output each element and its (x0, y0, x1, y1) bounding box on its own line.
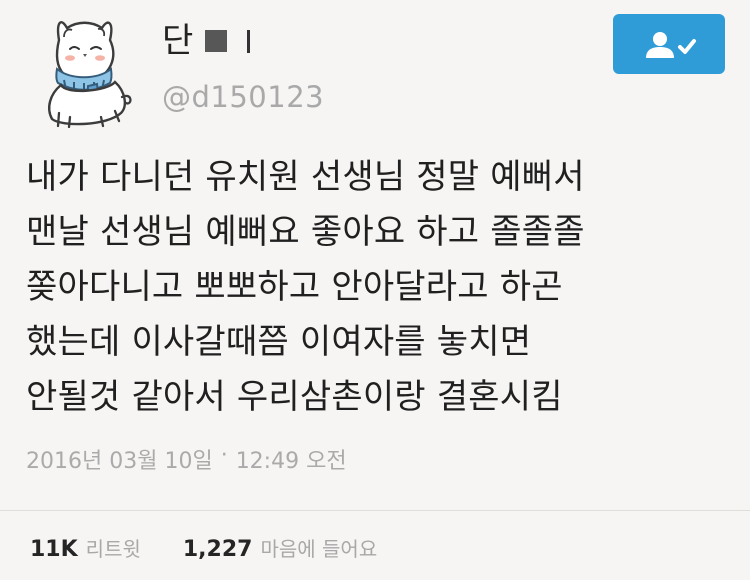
redaction-block (205, 30, 228, 52)
timestamp-time: 12:49 오전 (235, 449, 347, 474)
retweets-stat[interactable]: 11K 리트윗 (30, 533, 141, 562)
follow-user-icon (646, 32, 696, 58)
tweet-line: 쫒아다니고 뽀뽀하고 안아달라고 하곤 (26, 267, 563, 307)
timestamp-separator: · (220, 443, 228, 468)
timestamp: 2016년 03월 10일 · 12:49 오전 (26, 443, 347, 475)
likes-stat[interactable]: 1,227 마음에 들어요 (183, 533, 377, 562)
user-handle: @d150123 (162, 80, 325, 114)
likes-count: 1,227 (182, 537, 253, 562)
display-name-row: 단 (162, 20, 251, 62)
tweet-text: 내가 다니던 유치원 선생님 정말 예뻐서 맨날 선생님 예뻐요 좋아요 하고 … (26, 150, 730, 425)
follow-button[interactable] (613, 14, 725, 74)
tweet-line: 안될것 같아서 우리삼촌이랑 결혼시킴 (26, 377, 563, 417)
tweet-line: 맨날 선생님 예뻐요 좋아요 하고 졸졸졸 (26, 212, 585, 252)
likes-label: 마음에 들어요 (260, 537, 378, 561)
timestamp-date: 2016년 03월 10일 (26, 449, 213, 474)
divider (0, 510, 750, 511)
tweet-card: 단 @d150123 내가 다니던 유치원 선생님 정말 예뻐서 맨날 선생님 … (0, 0, 750, 580)
retweets-label: 리트윗 (85, 537, 141, 561)
display-name-suffix (247, 29, 251, 53)
display-name: 단 (162, 21, 194, 61)
cat-avatar-icon[interactable] (36, 10, 132, 128)
tweet-line: 했는데 이사갈때쯤 이여자를 놓치면 (26, 322, 532, 362)
tweet-stats: 11K 리트윗 1,227 마음에 들어요 (30, 533, 407, 562)
retweets-count: 11K (30, 537, 78, 562)
tweet-line: 내가 다니던 유치원 선생님 정말 예뻐서 (26, 157, 585, 197)
